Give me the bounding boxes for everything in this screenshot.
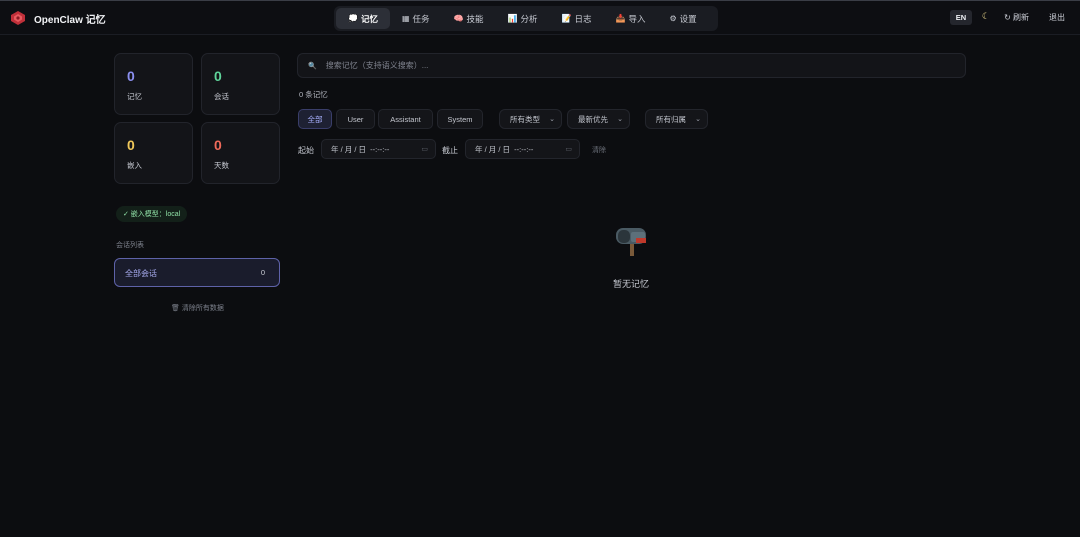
stat-value: 0 [127,68,135,84]
calendar-icon[interactable]: ▭ [421,145,428,153]
clear-all-data-button[interactable]: 🗑 清除所有数据 [171,303,224,313]
brain-icon: 🧠 [453,14,464,23]
result-count: 0 条记忆 [299,90,328,99]
tab-label: 记忆 [360,13,378,24]
type-select[interactable]: 所有类型 ⌄ [499,109,562,129]
date-value: 年 / 月 / 日 --:--:-- [475,144,534,154]
stat-card-days: 0 天数 [201,122,280,184]
stat-card-embeddings: 0 嵌入 [114,122,193,184]
tab-label: 任务 [412,13,430,24]
session-list-heading: 会话列表 [116,242,144,249]
clear-dates-button[interactable]: 清除 [592,145,606,155]
sort-select[interactable]: 最新优先 ⌄ [567,109,630,129]
date-from-label: 起始 [298,146,314,155]
chevron-down-icon: ⌄ [695,116,701,123]
mailbox-icon [616,228,646,256]
stat-value: 0 [214,137,222,153]
search-bar[interactable]: 🔍 [297,53,966,78]
tab-skills[interactable]: 🧠 技能 [442,8,496,29]
chevron-down-icon: ⌄ [549,116,555,123]
chevron-down-icon: ⌄ [617,116,623,123]
session-count: 0 [260,268,265,277]
date-value: 年 / 月 / 日 --:--:-- [331,144,390,154]
top-bar: OpenClaw 记忆 💭 记忆 ▦ 任务 🧠 技能 📊 分析 📝 日志 📥 导… [0,0,1080,35]
tab-settings[interactable]: ⚙ 设置 [658,8,709,29]
tab-tasks[interactable]: ▦ 任务 [390,8,442,29]
tab-logs[interactable]: 📝 日志 [550,8,604,29]
filter-role-system[interactable]: System [437,109,483,129]
logout-button[interactable]: 退出 [1049,12,1065,23]
stat-label: 天数 [214,161,229,170]
tab-label: 日志 [574,13,592,24]
stat-label: 记忆 [127,92,142,101]
filter-role-assistant[interactable]: Assistant [378,109,433,129]
gear-icon: ⚙ [669,14,677,23]
embed-model-badge: ✓ 嵌入模型：local [116,206,188,222]
stat-label: 嵌入 [127,161,142,170]
select-value: 所有类型 [510,114,540,124]
stat-value: 0 [127,137,135,153]
refresh-button[interactable]: ↻ 刷新 [1004,12,1029,23]
select-value: 最新优先 [578,114,608,124]
stat-value: 0 [214,68,222,84]
filter-role-user[interactable]: User [336,109,375,129]
brand[interactable]: OpenClaw 记忆 [9,10,106,26]
tab-label: 设置 [679,13,697,24]
session-item-all[interactable]: 全部会话 0 [114,258,280,287]
tab-analytics[interactable]: 📊 分析 [496,8,550,29]
tab-label: 导入 [628,13,646,24]
tab-label: 技能 [466,13,484,24]
tab-import[interactable]: 📥 导入 [604,8,658,29]
tab-label: 分析 [520,13,538,24]
date-to-input[interactable]: 年 / 月 / 日 --:--:-- ▭ [465,139,580,159]
search-icon: 🔍 [308,62,317,70]
stat-card-memories: 0 记忆 [114,53,193,115]
memory-icon: 💭 [348,14,358,23]
session-name: 全部会话 [125,269,157,278]
date-from-input[interactable]: 年 / 月 / 日 --:--:-- ▭ [321,139,436,159]
language-toggle-button[interactable]: EN [950,10,972,25]
main-nav: 💭 记忆 ▦ 任务 🧠 技能 📊 分析 📝 日志 📥 导入 ⚙ 设置 [334,6,718,31]
date-to-label: 截止 [442,146,458,155]
filter-role-all[interactable]: 全部 [298,109,332,129]
calendar-icon[interactable]: ▭ [565,145,572,153]
stat-card-sessions: 0 会话 [201,53,280,115]
owner-select[interactable]: 所有归属 ⌄ [645,109,708,129]
inbox-tray-icon: 📥 [615,14,626,23]
stat-label: 会话 [214,92,229,101]
chart-icon: 📊 [507,14,518,23]
claw-logo-icon [11,11,25,25]
search-input[interactable] [325,61,926,70]
moon-icon[interactable]: ☾ [982,11,990,22]
select-value: 所有归属 [656,114,686,124]
empty-state-text: 暂无记忆 [613,279,650,289]
app-title: OpenClaw 记忆 [34,14,106,26]
memo-icon: 📝 [561,14,572,23]
tasks-icon: ▦ [401,14,410,23]
tab-memory[interactable]: 💭 记忆 [336,8,390,29]
